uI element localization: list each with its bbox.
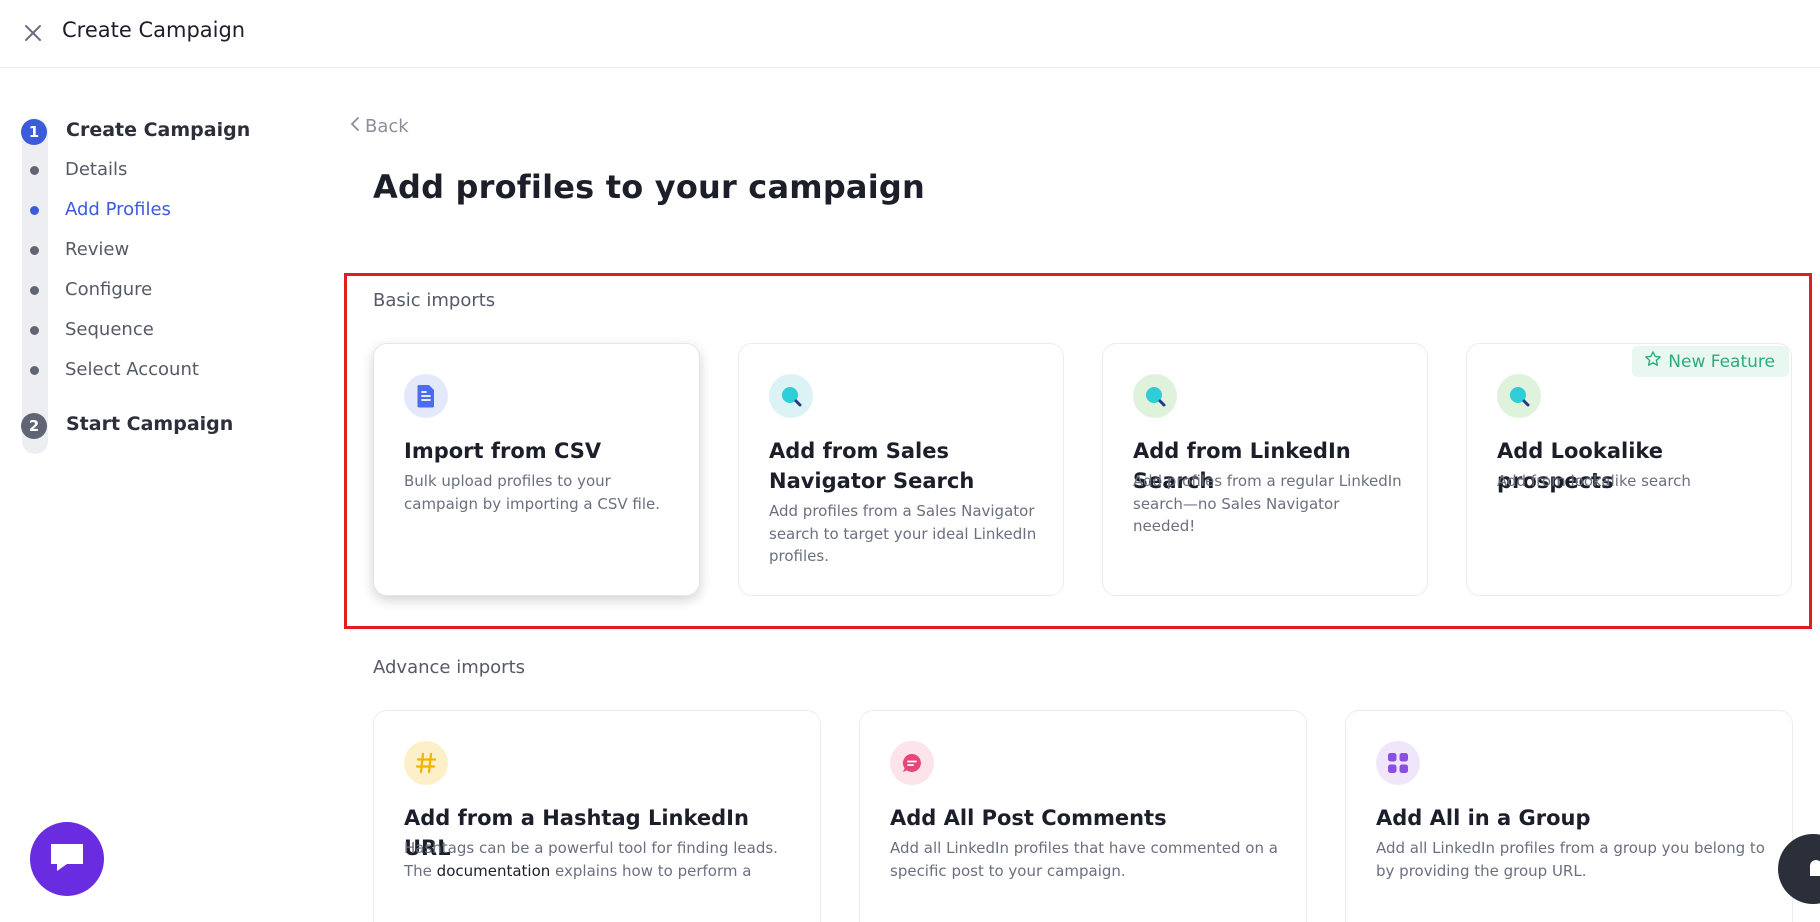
- chat-icon: [47, 840, 87, 878]
- comment-icon: [890, 741, 934, 785]
- step-number-1: 1: [21, 119, 47, 145]
- card-post-comments[interactable]: Add All Post Comments Add all LinkedIn p…: [859, 710, 1307, 922]
- document-icon: [404, 374, 448, 418]
- badge-label: New Feature: [1668, 351, 1775, 372]
- substep-dot: [30, 326, 39, 335]
- card-group[interactable]: Add All in a Group Add all LinkedIn prof…: [1345, 710, 1793, 922]
- substep-dot: [30, 246, 39, 255]
- chat-button[interactable]: [30, 822, 104, 896]
- close-icon[interactable]: [20, 20, 46, 46]
- basic-imports-label: Basic imports: [373, 290, 496, 311]
- substep-review[interactable]: Review: [65, 239, 129, 260]
- card-lookalike-prospects[interactable]: New Feature Add Lookalike prospects Add …: [1466, 343, 1792, 596]
- back-link[interactable]: Back: [349, 116, 409, 137]
- header-title: Create Campaign: [62, 18, 246, 42]
- card-title: Add All Post Comments: [890, 806, 1167, 830]
- card-title: Import from CSV: [404, 439, 602, 463]
- card-title: Add All in a Group: [1376, 806, 1591, 830]
- substep-dot: [30, 366, 39, 375]
- substep-dot-active: [30, 206, 39, 215]
- substep-dot: [30, 166, 39, 175]
- card-description: Bulk upload profiles to your campaign by…: [404, 472, 660, 513]
- step-number-2: 2: [21, 413, 47, 439]
- step-create-campaign[interactable]: Create Campaign: [66, 119, 250, 141]
- substep-dot: [30, 286, 39, 295]
- card-description: Add all LinkedIn profiles that have comm…: [890, 839, 1278, 880]
- substep-details[interactable]: Details: [65, 159, 127, 180]
- page-title: Add profiles to your campaign: [373, 168, 925, 206]
- new-feature-badge: New Feature: [1632, 346, 1789, 377]
- hashtag-icon: [404, 741, 448, 785]
- card-description: Add profiles from a regular LinkedIn sea…: [1133, 472, 1402, 535]
- search-icon: [1497, 374, 1541, 418]
- back-label: Back: [365, 116, 409, 137]
- card-description: Hashtags can be a powerful tool for find…: [404, 837, 796, 882]
- substep-select-account[interactable]: Select Account: [65, 359, 199, 380]
- grid-icon: [1376, 741, 1420, 785]
- card-description: Add profiles from a Sales Navigator sear…: [769, 502, 1037, 565]
- card-title: Add from Sales Navigator Search: [769, 439, 975, 493]
- advance-imports-label: Advance imports: [373, 657, 526, 678]
- card-import-csv[interactable]: Import from CSV Bulk upload profiles to …: [373, 343, 700, 596]
- chevron-left-icon: [349, 116, 361, 137]
- top-bar: Create Campaign: [0, 0, 1820, 68]
- step-start-campaign[interactable]: Start Campaign: [66, 413, 233, 435]
- card-description-text: explains how to perform a: [550, 861, 752, 880]
- search-icon: [1133, 374, 1177, 418]
- substep-add-profiles[interactable]: Add Profiles: [65, 199, 171, 220]
- card-linkedin-search[interactable]: Add from LinkedIn Search Add profiles fr…: [1102, 343, 1428, 596]
- star-icon: [1644, 350, 1662, 373]
- card-description: Add all LinkedIn profiles from a group y…: [1376, 839, 1765, 880]
- substep-configure[interactable]: Configure: [65, 279, 152, 300]
- card-hashtag-url[interactable]: Add from a Hashtag LinkedIn URL Hashtags…: [373, 710, 821, 922]
- substep-sequence[interactable]: Sequence: [65, 319, 154, 340]
- documentation-link[interactable]: documentation: [437, 862, 551, 880]
- help-chat-button[interactable]: [1778, 834, 1820, 904]
- card-description: Add from lookalike search: [1497, 472, 1691, 490]
- search-icon: [769, 374, 813, 418]
- card-sales-navigator[interactable]: Add from Sales Navigator Search Add prof…: [738, 343, 1064, 596]
